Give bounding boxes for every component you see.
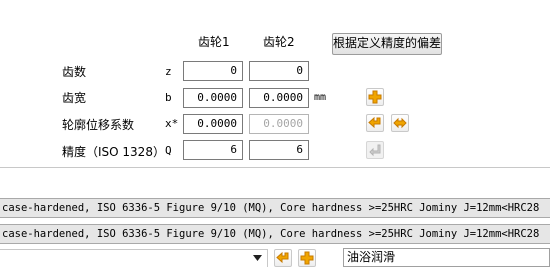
material-gear2-field[interactable]: case-hardened, ISO 6336-5 Figure 9/10 (M… [0,224,550,244]
teeth-count-symbol: z [165,65,172,78]
teeth-count-gear2-input[interactable]: 0 [249,61,309,81]
lubrication-apply-button[interactable] [274,249,292,267]
section-divider [0,167,550,168]
swap-arrows-icon [393,117,407,129]
arrow-left-icon [276,251,289,264]
profile-shift-symbol: x* [165,117,179,130]
quality-label: 精度（ISO 1328） [62,145,165,159]
face-width-unit: mm [314,92,327,103]
quality-gear2-input[interactable]: 6 [249,140,309,160]
arrow-left-icon [368,116,381,129]
quality-return-button[interactable] [366,141,384,159]
teeth-count-gear1-input[interactable]: 0 [183,61,243,81]
lubrication-add-button[interactable] [298,249,316,267]
gear1-column-header: 齿轮1 [198,35,230,49]
teeth-count-label: 齿数 [62,65,87,79]
profile-shift-apply-button[interactable] [366,114,384,132]
material-gear1-field[interactable]: case-hardened, ISO 6336-5 Figure 9/10 (M… [0,198,550,218]
plus-icon [300,251,314,265]
profile-shift-swap-button[interactable] [391,114,409,132]
gear2-column-header: 齿轮2 [263,35,295,49]
chevron-down-icon [253,255,262,261]
profile-shift-gear2-input[interactable]: 0.0000 [249,114,309,134]
quality-gear1-input[interactable]: 6 [183,140,243,160]
profile-shift-label: 轮廓位移系数 [62,118,135,132]
profile-shift-gear1-input[interactable]: 0.0000 [183,114,243,134]
lubrication-value-field[interactable]: 油浴润滑 [343,248,550,267]
quality-symbol: Q [165,144,172,157]
plus-icon [368,90,382,104]
lubrication-type-dropdown[interactable] [0,249,268,267]
face-width-add-button[interactable] [366,88,384,106]
face-width-gear2-input[interactable]: 0.0000 [249,88,309,108]
face-width-symbol: b [165,91,172,104]
custom-precision-deviation-button[interactable]: 根据定义精度的偏差 [332,33,442,55]
face-width-label: 齿宽 [62,91,87,105]
arrow-return-icon [369,144,381,157]
face-width-gear1-input[interactable]: 0.0000 [183,88,243,108]
